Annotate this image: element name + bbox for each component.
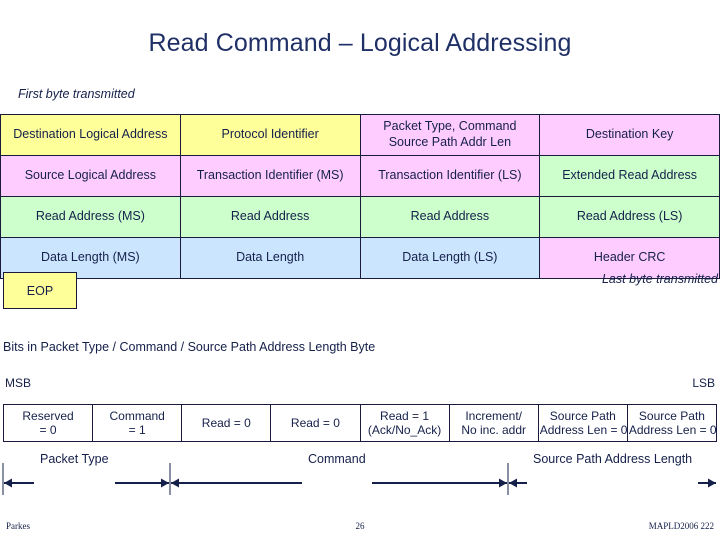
packet-field-cell: Data Length (LS) bbox=[359, 237, 541, 279]
packet-field-cell: Destination Logical Address bbox=[0, 114, 181, 156]
bit-field-cell: Reserved = 0 bbox=[2, 404, 94, 442]
packet-field-cell: Source Logical Address bbox=[0, 155, 181, 197]
table-row: Read Address (MS) Read Address Read Addres… bbox=[0, 196, 720, 238]
bracket-label: Source Path Address Length bbox=[533, 452, 693, 466]
arrowhead bbox=[161, 478, 169, 488]
first-byte-transmitted-label: First byte transmitted bbox=[18, 87, 135, 101]
table-row: Destination Logical Address Protocol Iden… bbox=[0, 114, 720, 156]
eop-label: EOP bbox=[26, 283, 54, 298]
packet-field-cell: Protocol Identifier bbox=[179, 114, 361, 156]
packet-field-cell: Destination Key bbox=[539, 114, 720, 156]
packet-field-cell: Read Address bbox=[179, 196, 361, 238]
packet-field-cell: Transaction Identifier (MS) bbox=[179, 155, 361, 197]
arrowhead bbox=[499, 478, 507, 488]
packet-field-cell: Read Address (MS) bbox=[0, 196, 181, 238]
packet-structure-table: Destination Logical Address Protocol Iden… bbox=[0, 114, 720, 279]
lsb-label: LSB bbox=[692, 376, 715, 390]
bit-field-cell: Increment/No inc. addr bbox=[448, 404, 539, 442]
bits-section-caption: Bits in Packet Type / Command / Source P… bbox=[3, 340, 376, 354]
packet-field-cell: Read Address (LS) bbox=[539, 196, 720, 238]
packet-field-cell: Data Length bbox=[179, 237, 361, 279]
footer-page-number: 26 bbox=[355, 521, 365, 531]
table-row: Source Logical Address Transaction Identi… bbox=[0, 155, 720, 197]
bit-field-cell: Read = 1 (Ack/No_Ack) bbox=[359, 404, 450, 442]
page-title: Read Command – Logical Addressing bbox=[148, 29, 572, 57]
bit-field-cell: Read = 0 bbox=[270, 404, 361, 442]
packet-field-cell: Read Address bbox=[359, 196, 541, 238]
bracket-label: Command bbox=[308, 452, 366, 466]
arrowhead bbox=[708, 478, 716, 488]
bit-group-brackets: Packet Type Command Source Path Address Le… bbox=[0, 452, 720, 504]
slide-canvas: Read Command – Logical Addressing First … bbox=[0, 0, 720, 540]
last-byte-transmitted-label: Last byte transmitted bbox=[601, 272, 718, 286]
bit-field-table-body: Reserved = 0 Command = 1 Read = 0 Read = 0 Rea… bbox=[2, 404, 718, 442]
packet-field-cell: Transaction Identifier (LS) bbox=[359, 155, 541, 197]
packet-field-cell: Packet Type, Command Source Path Addr Len bbox=[359, 114, 541, 156]
eop-box: EOP bbox=[3, 272, 77, 309]
bit-field-cell: Source Path Address Len = 0 bbox=[537, 404, 628, 442]
bit-field-table: Reserved = 0 Command = 1 Read = 0 Read = 0 Rea… bbox=[2, 404, 718, 442]
bracket-label: Packet Type bbox=[40, 452, 109, 466]
bit-field-cell: Read = 0 bbox=[181, 404, 272, 442]
msb-label: MSB bbox=[5, 376, 32, 390]
packet-table-body: Destination Logical Address Protocol Iden… bbox=[0, 114, 720, 279]
table-row: Reserved = 0 Command = 1 Read = 0 Read = 0 Rea… bbox=[2, 404, 718, 442]
footer-conference: MAPLD2006 222 bbox=[648, 521, 714, 531]
slide-footer: Parkes 26 MAPLD2006 222 bbox=[0, 521, 720, 539]
bit-field-cell: Source Path Address Len = 0 bbox=[626, 404, 718, 442]
bit-field-cell: Command = 1 bbox=[92, 404, 183, 442]
packet-field-cell: Extended Read Address bbox=[539, 155, 720, 197]
